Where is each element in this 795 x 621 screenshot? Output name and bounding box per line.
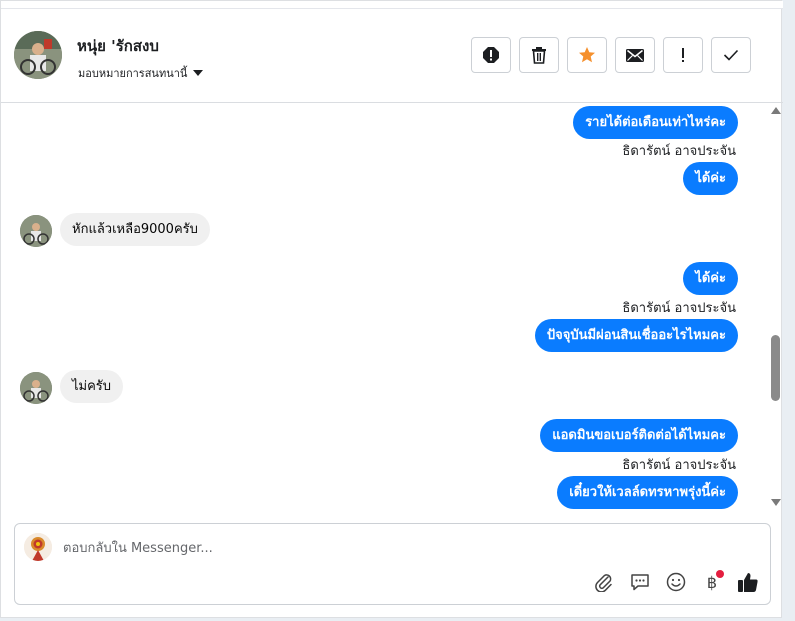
- composer-tools: ฿: [592, 570, 760, 594]
- like-button[interactable]: [736, 570, 760, 594]
- avatar[interactable]: [14, 31, 62, 79]
- emoji-button[interactable]: [664, 570, 688, 594]
- avatar: [20, 215, 52, 247]
- page-profile-icon: [24, 533, 52, 561]
- paperclip-icon: [595, 574, 612, 592]
- sender-name: ธิดารัตน์ อาจประจัน: [622, 144, 736, 159]
- trash-icon: [532, 47, 546, 64]
- mark-done-button[interactable]: [711, 37, 751, 73]
- outgoing-message[interactable]: ได้ค่ะ: [683, 262, 738, 295]
- top-strip: [1, 1, 783, 9]
- assign-conversation-dropdown[interactable]: มอบหมายการสนทนานี้: [78, 64, 204, 82]
- saved-replies-button[interactable]: [628, 570, 652, 594]
- incoming-message[interactable]: ไม่ครับ: [60, 370, 124, 403]
- thread-scrollbar[interactable]: [769, 103, 783, 511]
- outgoing-message[interactable]: เดี๋ยวให้เวลล์ดทรหาพรุ่งนี้ค่ะ: [557, 476, 738, 509]
- avatar: [20, 372, 52, 404]
- outgoing-message[interactable]: รายได้ต่อเดือนเท่าไหร่คะ: [573, 106, 738, 139]
- mark-unread-button[interactable]: [615, 37, 655, 73]
- star-button[interactable]: [567, 37, 607, 73]
- scroll-down-arrow-icon[interactable]: [771, 499, 781, 506]
- thumbs-up-icon: [738, 573, 758, 592]
- contact-photo-icon: [14, 31, 62, 79]
- scroll-up-arrow-icon[interactable]: [771, 107, 781, 114]
- delete-button[interactable]: [519, 37, 559, 73]
- message-thread[interactable]: รายได้ต่อเดือนเท่าไหร่คะ ธิดารัตน์ อาจปร…: [1, 103, 768, 511]
- conversation-actions: [471, 37, 751, 73]
- scroll-thumb[interactable]: [771, 335, 780, 401]
- saved-reply-icon: [631, 574, 649, 591]
- avatar: [24, 533, 52, 561]
- contact-photo-icon: [20, 372, 52, 404]
- outgoing-message[interactable]: ได้ค่ะ: [683, 162, 738, 195]
- contact-photo-icon: [20, 215, 52, 247]
- notification-dot: [716, 570, 724, 578]
- incoming-message[interactable]: หักแล้วเหลือ9000ครับ: [60, 213, 210, 246]
- sender-name: ธิดารัตน์ อาจประจัน: [622, 301, 736, 316]
- contact-name[interactable]: หนุ่ย 'รักสงบ: [77, 34, 159, 58]
- conversation-header: หนุ่ย 'รักสงบ มอบหมายการสนทนานี้: [1, 9, 783, 103]
- payment-button[interactable]: ฿: [700, 570, 724, 594]
- star-icon: [579, 47, 595, 63]
- outgoing-message[interactable]: ปัจจุบันมีผ่อนสินเชื่ออะไรไหมคะ: [534, 319, 738, 352]
- reply-input[interactable]: [63, 538, 743, 558]
- follow-up-button[interactable]: [663, 37, 703, 73]
- assign-label: มอบหมายการสนทนานี้: [78, 67, 188, 80]
- mark-spam-button[interactable]: [471, 37, 511, 73]
- attach-button[interactable]: [592, 570, 616, 594]
- reply-composer: ฿: [14, 523, 771, 605]
- spam-icon: [483, 47, 499, 63]
- check-icon: [723, 49, 739, 61]
- sender-name: ธิดารัตน์ อาจประจัน: [622, 458, 736, 473]
- outgoing-message[interactable]: แอดมินขอเบอร์ติดต่อได้ไหมคะ: [540, 419, 738, 452]
- chevron-down-icon: [193, 70, 204, 76]
- emoji-icon: [666, 572, 686, 592]
- exclamation-icon: [682, 48, 684, 62]
- mail-icon: [626, 48, 644, 62]
- conversation-panel: หนุ่ย 'รักสงบ มอบหมายการสนทนานี้ รายได้ต…: [0, 0, 783, 618]
